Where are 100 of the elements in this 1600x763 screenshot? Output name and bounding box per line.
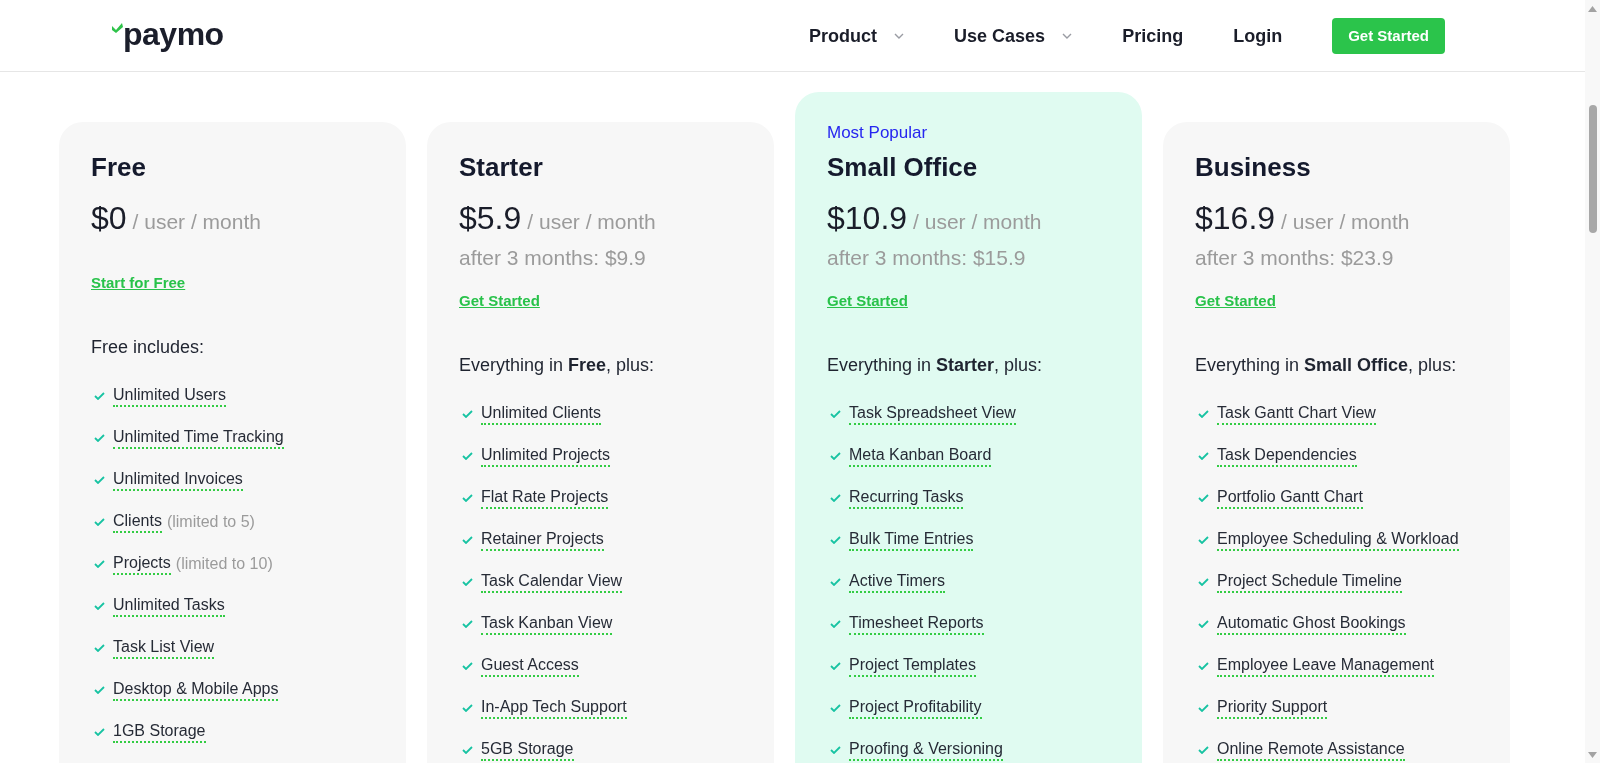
feature-label: Desktop & Mobile Apps [113, 679, 279, 701]
feature-label: Unlimited Clients [481, 403, 602, 425]
feature-label: Unlimited Projects [481, 445, 610, 467]
feature-label: Employee Scheduling & Workload [1217, 529, 1459, 551]
check-icon [94, 602, 105, 610]
feature-label: Task Kanban View [481, 613, 613, 635]
plan-name: Small Office [827, 152, 979, 182]
feature-label: Task Dependencies [1217, 445, 1357, 467]
nav-dropdown[interactable]: Product [809, 23, 905, 48]
feature-label: Employee Leave Management [1217, 655, 1435, 677]
feature-label: Task List View [113, 637, 215, 659]
feature-label: Automatic Ghost Bookings [1217, 613, 1406, 635]
feature-label: Guest Access [481, 655, 579, 677]
nav-link[interactable]: Login [1233, 23, 1283, 48]
check-icon [1198, 662, 1209, 670]
check-icon [94, 434, 105, 442]
renewal-price: after 3 months: $9.9 [459, 245, 647, 271]
feature-label: In-App Tech Support [481, 697, 627, 719]
scrollbar-thumb[interactable] [1588, 105, 1597, 233]
check-icon [1198, 578, 1209, 586]
check-icon [1198, 452, 1209, 460]
feature-label: Projects [113, 553, 171, 575]
feature-label: Meta Kanban Board [849, 445, 992, 467]
feature-label: Clients [113, 511, 162, 533]
price-unit: / user / month [527, 209, 656, 235]
check-icon [830, 494, 841, 502]
check-icon [830, 578, 841, 586]
feature-label: Task Calendar View [481, 571, 623, 593]
caret-icon [894, 32, 905, 39]
feature-label: Project Schedule Timeline [1217, 571, 1402, 593]
check-icon [830, 410, 841, 418]
plan-name: Starter [459, 152, 544, 182]
check-icon [830, 704, 841, 712]
check-icon [1198, 410, 1209, 418]
check-icon [94, 518, 105, 526]
check-icon [462, 746, 473, 754]
feature-label: Project Templates [849, 655, 976, 677]
check-icon [94, 392, 105, 400]
price-unit: / user / month [132, 209, 261, 235]
check-icon [830, 536, 841, 544]
feature-label: Unlimited Tasks [113, 595, 225, 617]
feature-label: Retainer Projects [481, 529, 604, 551]
check-icon [94, 686, 105, 694]
scroll-up-icon[interactable] [1588, 6, 1597, 12]
feature-label: Online Remote Assistance [1217, 739, 1405, 761]
feature-label: Bulk Time Entries [849, 529, 974, 551]
feature-label: Task Spreadsheet View [849, 403, 1016, 425]
feature-label: 5GB Storage [481, 739, 574, 761]
check-icon [112, 22, 123, 33]
check-icon [462, 704, 473, 712]
feature-label: Priority Support [1217, 697, 1328, 719]
renewal-price: after 3 months: $23.9 [1195, 245, 1395, 271]
check-icon [1198, 620, 1209, 628]
feature-note: (limited to 10) [175, 554, 273, 574]
check-icon [1198, 704, 1209, 712]
check-icon [94, 476, 105, 484]
features-intro: Free includes: [91, 336, 206, 359]
check-icon [830, 620, 841, 628]
features-intro: Everything in Small Office, plus: [1195, 354, 1458, 377]
check-icon [830, 662, 841, 670]
price-amount: $5.9 [459, 199, 522, 238]
check-icon [462, 536, 473, 544]
plan-name: Business [1195, 152, 1312, 182]
check-icon [94, 560, 105, 568]
check-icon [830, 452, 841, 460]
feature-label: Project Profitability [849, 697, 982, 719]
features-intro: Everything in Free, plus: [459, 354, 656, 377]
check-icon [830, 746, 841, 754]
feature-label: Recurring Tasks [849, 487, 964, 509]
check-icon [462, 452, 473, 460]
feature-label: Unlimited Users [113, 385, 226, 407]
check-icon [462, 578, 473, 586]
feature-label: Active Timers [849, 571, 945, 593]
check-icon [1198, 536, 1209, 544]
scroll-down-icon[interactable] [1588, 752, 1597, 758]
plan-name: Free [91, 152, 147, 182]
feature-label: Task Gantt Chart View [1217, 403, 1376, 425]
feature-label: Timesheet Reports [849, 613, 984, 635]
caret-icon [1062, 32, 1073, 39]
check-icon [1198, 746, 1209, 754]
price-unit: / user / month [913, 209, 1042, 235]
scrollbar-track[interactable] [1585, 0, 1600, 763]
check-icon [462, 494, 473, 502]
check-icon [94, 644, 105, 652]
logo-link[interactable]: paymo [112, 16, 224, 51]
price-amount: $10.9 [827, 199, 908, 238]
nav-dropdown[interactable]: Use Cases [954, 23, 1073, 48]
nav-link[interactable]: Pricing [1122, 23, 1184, 48]
feature-label: Portfolio Gantt Chart [1217, 487, 1363, 509]
feature-note: (limited to 5) [166, 512, 255, 532]
feature-label: 1GB Storage [113, 721, 206, 743]
feature-label: Unlimited Invoices [113, 469, 243, 491]
check-icon [94, 728, 105, 736]
feature-label: Proofing & Versioning [849, 739, 1003, 761]
features-intro: Everything in Starter, plus: [827, 354, 1044, 377]
check-icon [1198, 494, 1209, 502]
price-amount: $0 [91, 199, 127, 238]
feature-label: Unlimited Time Tracking [113, 427, 284, 449]
check-icon [462, 620, 473, 628]
feature-label: Flat Rate Projects [481, 487, 609, 509]
